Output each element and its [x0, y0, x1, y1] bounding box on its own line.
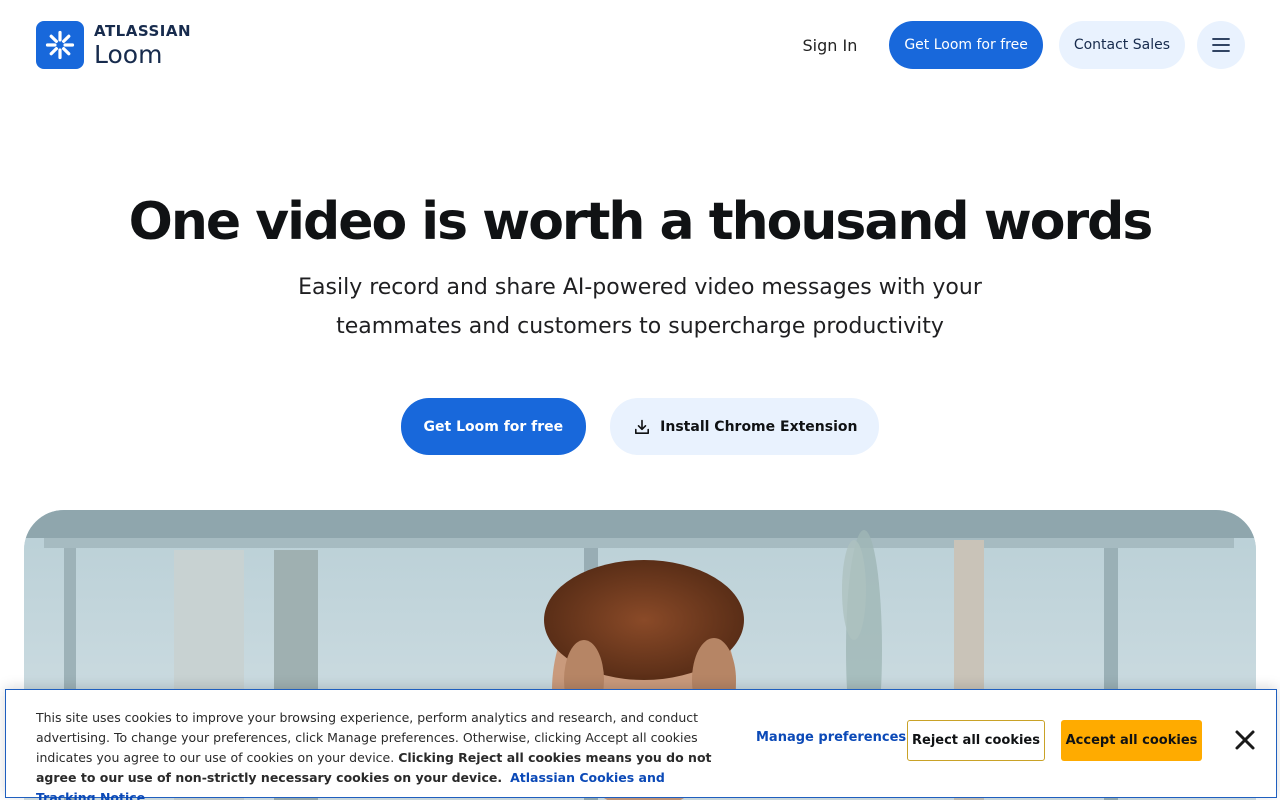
- logo-company-name: ATLASSIAN: [94, 21, 192, 40]
- site-header: ATLASSIAN Loom Sign In Get Loom for free…: [0, 0, 1280, 90]
- hero-title: One video is worth a thousand words: [128, 192, 1154, 252]
- cookie-banner: This site uses cookies to improve your b…: [5, 689, 1277, 800]
- hero-subtitle-line1: Easily record and share AI-powered video…: [298, 275, 982, 300]
- accept-all-cookies-button[interactable]: Accept all cookies: [1061, 720, 1202, 761]
- hero-cta-row: Get Loom for free Install Chrome Extensi…: [0, 398, 1280, 455]
- close-icon: [1235, 730, 1255, 750]
- close-banner-button[interactable]: [1232, 727, 1258, 753]
- menu-button[interactable]: [1197, 21, 1245, 69]
- top-nav: Sign In Get Loom for free Contact Sales: [802, 21, 1245, 69]
- loom-burst-icon: [36, 21, 84, 69]
- manage-preferences-link[interactable]: Manage preferences: [756, 730, 906, 745]
- install-chrome-extension-label: Install Chrome Extension: [660, 418, 858, 435]
- hero-subtitle: Easily record and share AI-powered video…: [260, 268, 1020, 346]
- hero-subtitle-line2: teammates and customers to supercharge p…: [336, 314, 944, 339]
- contact-sales-button[interactable]: Contact Sales: [1058, 21, 1185, 69]
- install-chrome-extension-button[interactable]: Install Chrome Extension: [610, 398, 880, 455]
- reject-all-cookies-button[interactable]: Reject all cookies: [907, 720, 1045, 761]
- download-icon: [634, 419, 650, 435]
- atlassian-loom-logo[interactable]: ATLASSIAN Loom: [36, 21, 191, 69]
- hamburger-menu-icon: [1212, 38, 1230, 52]
- cookie-text: This site uses cookies to improve your b…: [36, 708, 716, 800]
- logo-product-name: Loom: [94, 39, 163, 69]
- hero-get-loom-button[interactable]: Get Loom for free: [400, 398, 587, 455]
- sign-in-link[interactable]: Sign In: [802, 36, 857, 55]
- get-loom-free-button[interactable]: Get Loom for free: [889, 21, 1043, 69]
